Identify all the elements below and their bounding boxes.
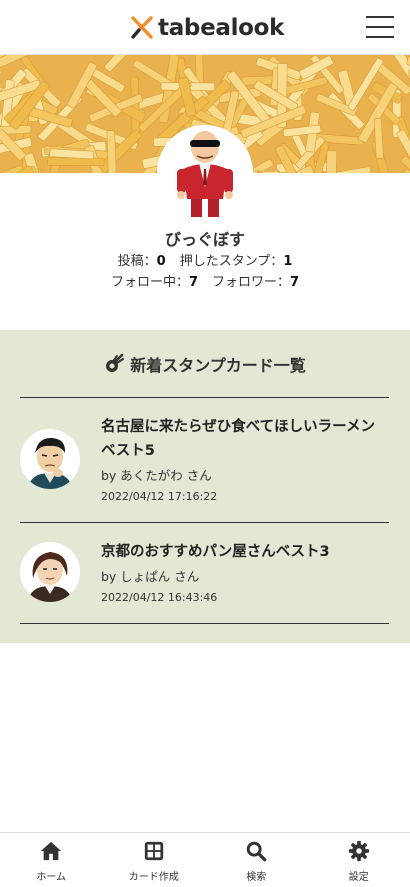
followers-link[interactable]: フォロワー：7 <box>212 275 299 290</box>
stamps-label: 押したスタンプ： <box>179 254 284 269</box>
nav-settings-label: 設定 <box>348 872 369 883</box>
following-link[interactable]: フォロー中：7 <box>111 275 198 290</box>
profile-avatar <box>157 125 253 221</box>
divider <box>20 623 389 624</box>
gear-icon <box>348 840 369 862</box>
card-title: 京都のおすすめパン屋さんベスト3 <box>101 544 330 560</box>
stamp-card-item[interactable]: 名古屋に来たらぜひ食べてほしいラーメンベスト5 by あくたがわ さん 2022… <box>20 397 389 522</box>
section-title-text: 新着スタンプカード一覧 <box>130 356 306 375</box>
logo-text: tabealook <box>158 15 285 41</box>
search-icon <box>246 841 267 862</box>
following-label: フォロー中： <box>110 275 189 290</box>
stamps-count: 1 <box>283 254 293 269</box>
app-header: tabealook <box>0 0 410 55</box>
card-date: 2022/04/12 17:16:22 <box>101 490 218 503</box>
profile-stats-follow: フォロー中：7 フォロワー：7 <box>0 271 410 290</box>
author-avatar <box>20 429 80 489</box>
nav-search[interactable]: 検索 <box>205 833 308 887</box>
new-stamp-cards-section: 新着スタンプカード一覧 名古屋に来たらぜひ食べてほしいラーメンベスト5 by あ… <box>0 330 410 643</box>
posts-label: 投稿： <box>117 254 157 269</box>
fork-knife-logo-icon <box>131 16 153 39</box>
bottom-navigation: ホーム カード作成 検索 設定 <box>0 832 410 887</box>
nav-create-card-label: カード作成 <box>128 872 179 883</box>
hamburger-menu-icon[interactable] <box>366 16 394 38</box>
posts-count: 0 <box>156 254 166 269</box>
section-title: 新着スタンプカード一覧 <box>0 352 410 376</box>
meteor-icon <box>106 354 125 372</box>
stamp-card-item[interactable]: 京都のおすすめパン屋さんベスト3 by しょぱん さん 2022/04/12 1… <box>20 522 389 623</box>
nav-search-label: 検索 <box>246 872 267 883</box>
nav-settings[interactable]: 設定 <box>308 833 410 887</box>
nav-home-label: ホーム <box>36 872 67 883</box>
followers-count: 7 <box>290 275 300 290</box>
card-date: 2022/04/12 16:43:46 <box>101 591 218 604</box>
card-title: 名古屋に来たらぜひ食べてほしいラーメンベスト5 <box>101 419 376 459</box>
nav-home[interactable]: ホーム <box>0 833 103 887</box>
profile-name: びっぐぼす <box>164 230 245 249</box>
home-icon <box>41 841 62 861</box>
following-count: 7 <box>188 275 198 290</box>
app-logo[interactable]: tabealook <box>130 12 284 44</box>
card-author: by しょぱん さん <box>101 569 200 584</box>
profile-stats-posts-stamps: 投稿：0 押したスタンプ：1 <box>0 250 410 269</box>
card-author: by あくたがわ さん <box>101 468 212 483</box>
grid-icon <box>144 841 163 861</box>
nav-create-card[interactable]: カード作成 <box>103 833 206 887</box>
followers-label: フォロワー： <box>212 275 291 290</box>
author-avatar <box>20 542 80 602</box>
